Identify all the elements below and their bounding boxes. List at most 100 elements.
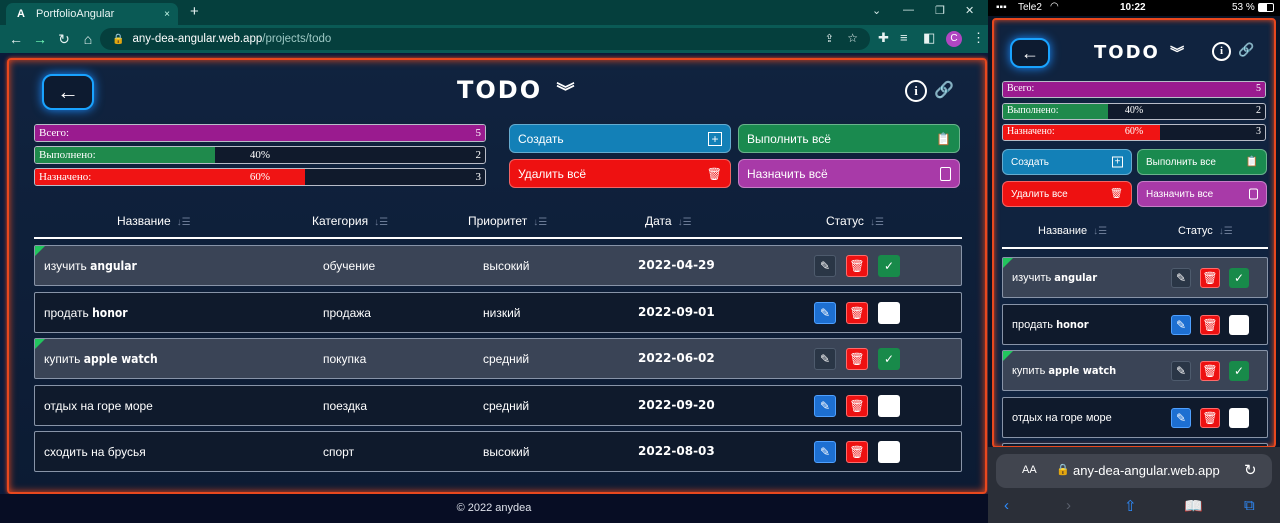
mobile-list-item: продать honor ✎ 🗑 [1002,303,1268,345]
done-label: Выполнено: [39,149,96,161]
edit-button[interactable]: ✎ [814,441,836,463]
tab-close-icon[interactable]: × [164,9,170,20]
delete-button[interactable]: 🗑 [1200,407,1220,428]
safari-forward-icon[interactable]: › [1066,497,1071,514]
edit-icon: ✎ [819,398,831,413]
safari-bookmarks-icon[interactable]: 📖 [1184,497,1203,515]
delete-button[interactable]: 🗑 [846,394,868,417]
link-icon[interactable]: 🔗 [934,80,954,100]
mobile-create-button[interactable]: Создать + [1002,149,1132,175]
url-input[interactable]: 🔒 any-dea-angular.web.app /projects/todo… [100,28,870,50]
mobile-back-button[interactable]: ← [1010,38,1050,68]
status-checkbox[interactable]: ✓ [878,348,900,370]
extensions-icon[interactable]: ✚ [878,30,889,46]
side-panel-icon[interactable]: ◧ [923,30,935,46]
mobile-done-percent: 40% [1124,105,1144,116]
status-checkbox[interactable] [878,441,900,463]
total-label: Всего: [39,127,70,139]
mobile-done-count: 2 [1256,105,1261,116]
info-icon[interactable]: i [905,80,927,102]
delete-all-button[interactable]: Удалить всё 🗑 [509,159,731,188]
edit-button[interactable]: ✎ [1171,361,1191,381]
delete-button[interactable]: 🗑 [1200,268,1220,288]
browser-tab[interactable]: A PortfolioAngular × [6,3,178,25]
assign-all-button[interactable]: Назначить всё [738,159,960,188]
delete-button[interactable]: 🗑 [846,348,868,370]
delete-button[interactable]: 🗑 [846,301,868,324]
reload-icon[interactable]: ↻ [52,31,76,48]
table-row: изучить angular обучение высокий 2022-04-29… [34,245,962,286]
restore-icon[interactable]: ❐ [935,4,945,17]
row-name-bold: honor [1056,317,1089,331]
delete-button[interactable]: 🗑 [846,441,868,463]
new-tab-button[interactable]: + [190,3,199,21]
mobile-column-status[interactable]: Статус ↓☰ [1178,225,1233,237]
trash-icon: 🗑 [1202,410,1218,425]
delete-button[interactable]: 🗑 [846,255,868,277]
mobile-url-bar[interactable]: AA 🔒 any-dea-angular.web.app ↻ [996,454,1272,488]
delete-button[interactable]: 🗑 [1200,314,1220,335]
share-icon[interactable]: ⇪ [825,32,834,45]
column-name[interactable]: Название ↓☰ [117,214,191,228]
mobile-assign-all-button[interactable]: Назначить все [1137,181,1267,207]
back-button[interactable]: ← [42,74,94,110]
complete-all-button[interactable]: Выполнить всё 📋 [738,124,960,153]
tab-search-icon[interactable]: ⌄ [872,4,881,17]
delete-button[interactable]: 🗑 [1200,361,1220,381]
edit-button[interactable]: ✎ [1171,407,1191,428]
edit-button[interactable]: ✎ [814,255,836,277]
safari-share-icon[interactable]: ⇧ [1124,497,1137,515]
safari-back-icon[interactable]: ‹ [1004,497,1009,514]
safari-tabs-icon[interactable]: ⧉ [1244,497,1255,514]
edit-button[interactable]: ✎ [814,348,836,370]
media-icon[interactable]: ≡ [900,30,908,45]
status-checkbox[interactable] [878,301,900,324]
edit-button[interactable]: ✎ [814,301,836,324]
mobile-delete-all-button[interactable]: Удалить все 🗑 [1002,181,1132,207]
column-status[interactable]: Статус ↓☰ [826,214,884,228]
table-row: купить apple watch покупка средний 2022-06-… [34,338,962,379]
done-bar: Выполнено: 40% 2 [34,146,486,164]
minimize-icon[interactable]: — [903,4,914,16]
plus-square-icon: + [708,131,722,146]
row-priority: высокий [483,445,530,459]
mobile-column-name[interactable]: Название ↓☰ [1038,225,1107,237]
reader-aa-button[interactable]: AA [1022,464,1037,476]
forward-nav-icon[interactable]: → [28,31,52,47]
edit-button[interactable]: ✎ [1171,314,1191,335]
mobile-column-name-label: Название [1038,225,1088,237]
status-checkbox[interactable]: ✓ [1229,361,1249,381]
status-checkbox[interactable] [878,394,900,417]
status-checkbox[interactable]: ✓ [1229,268,1249,288]
column-date[interactable]: Дата ↓☰ [645,214,692,228]
completed-marker [35,339,45,349]
window-close-icon[interactable]: ✕ [965,4,974,17]
link-icon[interactable]: 🔗 [1238,42,1254,58]
url-host: any-dea-angular.web.app [132,33,263,45]
info-icon[interactable]: i [1212,42,1231,61]
row-name-prefix: купить [44,352,81,366]
mobile-complete-all-button[interactable]: Выполнить все 📋 [1137,149,1267,175]
edit-button[interactable]: ✎ [814,394,836,417]
reload-icon[interactable]: ↻ [1244,461,1257,479]
create-button[interactable]: Создать + [509,124,731,153]
signal-icon: ▪▪▪ [996,2,1007,13]
chevron-double-down-icon[interactable]: ︾ [556,82,576,103]
chevron-double-down-icon[interactable]: ︾ [1170,46,1186,62]
column-priority[interactable]: Приоритет ↓☰ [468,214,547,228]
status-checkbox[interactable] [1229,314,1249,335]
column-category[interactable]: Категория ↓☰ [312,214,388,228]
mobile-page-title-text: TODO [1094,42,1160,63]
bookmark-star-icon[interactable]: ☆ [847,31,858,45]
profile-avatar[interactable]: C [946,31,962,47]
status-checkbox[interactable] [1229,407,1249,428]
mobile-total-label: Всего: [1007,83,1035,94]
back-nav-icon[interactable]: ← [4,31,28,47]
mobile-list-item: изучить angular ✎ 🗑 ✓ [1002,257,1268,298]
status-checkbox[interactable]: ✓ [878,255,900,277]
edit-button[interactable]: ✎ [1171,268,1191,288]
row-name: купить apple watch [44,352,158,366]
menu-icon[interactable]: ⋮ [972,30,985,46]
home-icon[interactable]: ⌂ [76,31,100,47]
edit-icon: ✎ [1175,317,1187,332]
